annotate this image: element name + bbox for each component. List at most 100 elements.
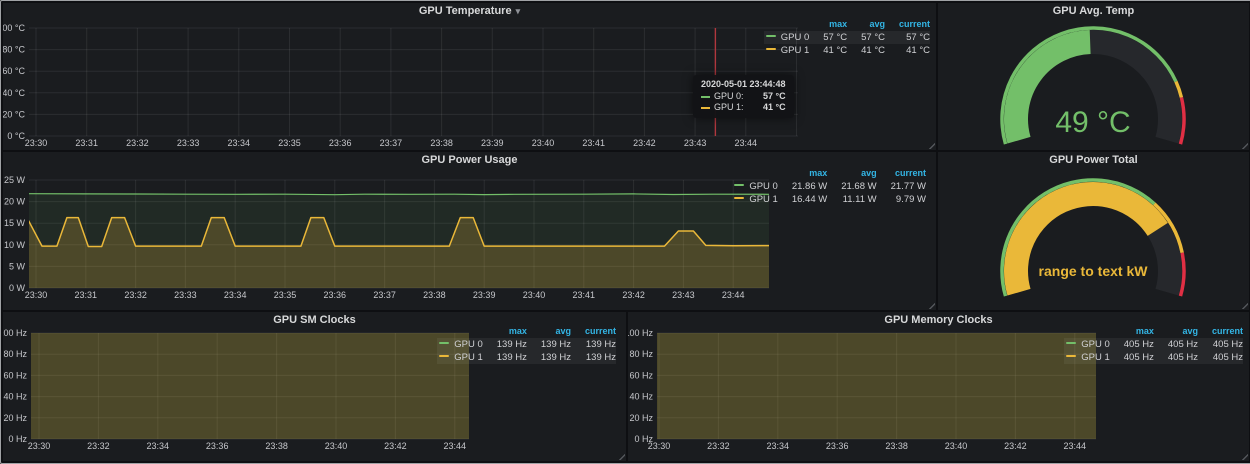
series-swatch-icon	[734, 184, 744, 186]
panel-title-gpu-temperature[interactable]: GPU Temperature▾	[3, 3, 936, 20]
panel-title-text: GPU Memory Clocks	[884, 314, 992, 326]
legend-value: 41 °C	[885, 44, 930, 57]
y-axis-tick: 80 Hz	[629, 349, 653, 359]
legend-value: 57 °C	[847, 31, 885, 44]
legend-value: 57 °C	[809, 31, 847, 44]
series-swatch	[701, 96, 710, 98]
y-axis-tick: 40 Hz	[629, 392, 653, 402]
x-axis-tick: 23:38	[885, 441, 908, 451]
x-axis-tick: 23:44	[735, 138, 758, 148]
x-axis-tick: 23:40	[325, 441, 348, 451]
series-swatch-icon	[734, 197, 744, 199]
panel-resize-handle[interactable]	[928, 142, 935, 149]
legend-row: GPU 0405 Hz405 Hz405 Hz	[1064, 338, 1243, 351]
legend-series-name: GPU 1	[454, 352, 483, 363]
series-plot	[30, 312, 476, 439]
legend-series-toggle[interactable]: GPU 1	[732, 193, 778, 206]
avg_temp-gauge-svg: 49 °C	[938, 3, 1249, 150]
panel-gpu-avg-temp: GPU Avg. Temp 49 °C	[938, 3, 1249, 150]
series-swatch-icon	[439, 342, 449, 344]
legend-column-header[interactable]: current	[1198, 326, 1243, 338]
legend-series-toggle[interactable]: GPU 0	[1064, 338, 1110, 351]
series-swatch-icon	[1066, 342, 1076, 344]
x-axis-tick: 23:40	[523, 290, 546, 300]
x-axis-tick: 23:42	[1004, 441, 1027, 451]
power_total-gauge-svg: range to text kW	[938, 152, 1249, 310]
x-axis-tick: 23:43	[672, 290, 695, 300]
legend-table: maxavgcurrentGPU 021.86 W21.68 W21.77 WG…	[732, 168, 926, 206]
tooltip-series-value: 57 °C	[753, 91, 786, 102]
x-axis-tick: 23:31	[75, 138, 98, 148]
y-axis-tick: 0 °C	[7, 131, 25, 141]
legend-row: GPU 0139 Hz139 Hz139 Hz	[437, 338, 616, 351]
panel-resize-handle[interactable]	[1241, 302, 1248, 309]
y-axis-tick: 0 Hz	[8, 434, 27, 444]
panel-resize-handle[interactable]	[1241, 142, 1248, 149]
legend-table: maxavgcurrentGPU 0139 Hz139 Hz139 HzGPU …	[437, 326, 616, 364]
gpu-power-usage-legend: maxavgcurrentGPU 021.86 W21.68 W21.77 WG…	[732, 168, 926, 206]
legend-column-header[interactable]: avg	[827, 168, 876, 180]
legend-value: 21.77 W	[877, 180, 926, 193]
legend-series-name: GPU 1	[781, 45, 810, 56]
legend-column-header[interactable]: max	[483, 326, 527, 338]
x-axis-tick: 23:30	[25, 290, 48, 300]
legend-series-toggle[interactable]: GPU 1	[1064, 351, 1110, 364]
legend-value: 139 Hz	[483, 338, 527, 351]
legend-series-toggle[interactable]: GPU 1	[437, 351, 483, 364]
y-axis-tick: 5 W	[9, 261, 26, 271]
legend-value: 16.44 W	[778, 193, 827, 206]
legend-value: 139 Hz	[527, 351, 571, 364]
legend-column-header[interactable]: current	[571, 326, 616, 338]
legend-column-header[interactable]: avg	[847, 19, 885, 31]
y-axis-tick: 100 °C	[3, 23, 25, 33]
panel-title-gpu-power-usage[interactable]: GPU Power Usage	[3, 152, 936, 169]
legend-column-header[interactable]: max	[1110, 326, 1154, 338]
legend-value: 21.86 W	[778, 180, 827, 193]
legend-series-toggle[interactable]: GPU 0	[764, 31, 810, 44]
panel-title-gpu-power-total[interactable]: GPU Power Total	[938, 152, 1249, 169]
legend-column-header[interactable]: max	[809, 19, 847, 31]
legend-value: 139 Hz	[571, 351, 616, 364]
legend-value: 405 Hz	[1154, 351, 1198, 364]
legend-series-name: GPU 0	[781, 32, 810, 43]
y-axis-tick: 25 W	[4, 175, 26, 185]
legend-series-toggle[interactable]: GPU 1	[764, 44, 810, 57]
legend-series-toggle[interactable]: GPU 0	[732, 180, 778, 193]
gpu-temperature-legend: maxavgcurrentGPU 057 °C57 °C57 °CGPU 141…	[764, 19, 930, 57]
legend-series-toggle[interactable]: GPU 0	[437, 338, 483, 351]
x-axis-tick: 23:33	[174, 290, 197, 300]
series-plot	[29, 194, 771, 288]
legend-value: 405 Hz	[1154, 338, 1198, 351]
panel-title-text: GPU Power Usage	[422, 154, 518, 166]
x-axis-tick: 23:43	[684, 138, 707, 148]
series-swatch	[701, 107, 710, 109]
legend-column-header[interactable]: max	[778, 168, 827, 180]
legend-column-header[interactable]: current	[885, 19, 930, 31]
x-axis-tick: 23:36	[324, 290, 347, 300]
panel-resize-handle[interactable]	[928, 302, 935, 309]
x-axis-tick: 23:37	[373, 290, 396, 300]
panel-title-gpu-avg-temp[interactable]: GPU Avg. Temp	[938, 3, 1249, 20]
legend-name-column-header	[732, 168, 778, 180]
y-axis-tick: 20 Hz	[629, 413, 653, 423]
legend-value: 9.79 W	[877, 193, 926, 206]
legend-value: 139 Hz	[527, 338, 571, 351]
x-axis-tick: 23:44	[444, 441, 467, 451]
legend-value: 57 °C	[885, 31, 930, 44]
legend-value: 41 °C	[847, 44, 885, 57]
panel-resize-handle[interactable]	[618, 453, 625, 460]
panel-resize-handle[interactable]	[1241, 453, 1248, 460]
legend-value: 405 Hz	[1198, 351, 1243, 364]
x-axis-tick: 23:32	[707, 441, 730, 451]
x-axis-tick: 23:32	[126, 138, 149, 148]
x-axis-tick: 23:42	[384, 441, 407, 451]
legend-column-header[interactable]: current	[877, 168, 926, 180]
x-axis-tick: 23:37	[380, 138, 403, 148]
x-axis-tick: 23:40	[945, 441, 968, 451]
legend-value: 139 Hz	[483, 351, 527, 364]
x-axis-tick: 23:36	[206, 441, 229, 451]
legend-column-header[interactable]: avg	[1154, 326, 1198, 338]
panel-title-text: GPU Power Total	[1049, 154, 1137, 166]
legend-column-header[interactable]: avg	[527, 326, 571, 338]
legend-value: 405 Hz	[1110, 351, 1154, 364]
